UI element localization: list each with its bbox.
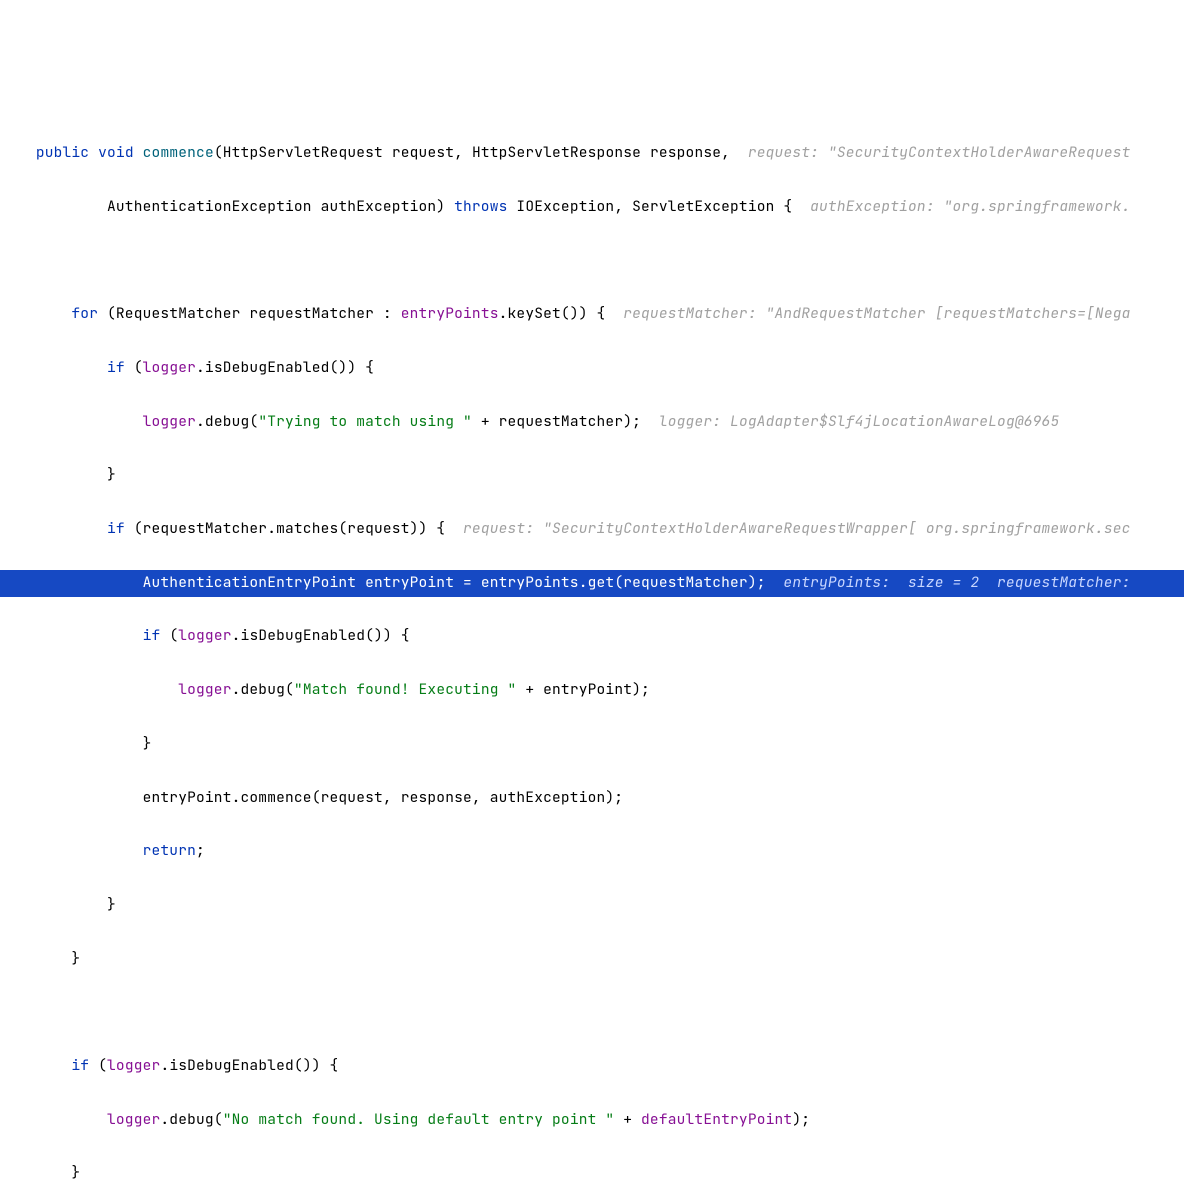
- keyword-if: if: [107, 358, 125, 377]
- code-line[interactable]: if (logger.isDebugEnabled()) {: [0, 1053, 1184, 1080]
- string-literal: "No match found. Using default entry poi…: [223, 1110, 615, 1129]
- keyword-if: if: [107, 519, 125, 538]
- string-literal: "Trying to match using ": [258, 412, 472, 431]
- code-line[interactable]: for (RequestMatcher requestMatcher : ent…: [0, 301, 1184, 328]
- for-header: (RequestMatcher requestMatcher :: [98, 304, 401, 323]
- throws-types: IOException, ServletException {: [508, 197, 793, 216]
- keyword-void: void: [98, 143, 134, 162]
- keyword-public: public: [36, 143, 89, 162]
- method-name: commence: [143, 143, 214, 162]
- close-brace: }: [71, 1163, 80, 1182]
- code-line[interactable]: AuthenticationException authException) t…: [0, 194, 1184, 221]
- code-line[interactable]: if (requestMatcher.matches(request)) { r…: [0, 516, 1184, 543]
- keyword-if: if: [71, 1056, 89, 1075]
- code-line[interactable]: logger.debug("Trying to match using " + …: [0, 409, 1184, 436]
- code-line[interactable]: public void commence(HttpServletRequest …: [0, 140, 1184, 167]
- code-line[interactable]: entryPoint.commence(request, response, a…: [0, 785, 1184, 812]
- blank-line[interactable]: [0, 999, 1184, 1026]
- inline-hint: requestMatcher: "AndRequestMatcher [requ…: [605, 304, 1130, 323]
- keyword-return: return: [143, 841, 196, 860]
- field-ref: logger: [107, 1110, 160, 1129]
- inline-hint: request: "SecurityContextHolderAwareRequ…: [730, 143, 1131, 162]
- close-brace: }: [107, 465, 116, 484]
- field-ref: entryPoints: [481, 573, 579, 592]
- blank-line[interactable]: [0, 247, 1184, 274]
- close-brace: }: [107, 895, 116, 914]
- inline-hint: entryPoints: size = 2 requestMatcher:: [766, 573, 1131, 592]
- code-line[interactable]: logger.debug("Match found! Executing " +…: [0, 677, 1184, 704]
- field-ref: logger: [178, 680, 231, 699]
- code-line[interactable]: if (logger.isDebugEnabled()) {: [0, 623, 1184, 650]
- var-decl: AuthenticationEntryPoint entryPoint =: [143, 573, 481, 592]
- params: (HttpServletRequest request, HttpServlet…: [214, 143, 730, 162]
- field-ref: logger: [143, 412, 196, 431]
- code-line[interactable]: }: [0, 892, 1184, 919]
- code-line[interactable]: logger.debug("No match found. Using defa…: [0, 1107, 1184, 1134]
- field-ref: logger: [178, 626, 231, 645]
- inline-hint: request: "SecurityContextHolderAwareRequ…: [445, 519, 1130, 538]
- code-line[interactable]: }: [0, 1160, 1184, 1187]
- keyword-if: if: [143, 626, 161, 645]
- field-ref: logger: [107, 1056, 160, 1075]
- statement: entryPoint.commence(request, response, a…: [143, 788, 624, 807]
- code-line[interactable]: }: [0, 462, 1184, 489]
- string-literal: "Match found! Executing ": [294, 680, 517, 699]
- keyword-for: for: [71, 304, 98, 323]
- field-ref: logger: [143, 358, 196, 377]
- code-line[interactable]: if (logger.isDebugEnabled()) {: [0, 355, 1184, 382]
- execution-line[interactable]: AuthenticationEntryPoint entryPoint = en…: [0, 570, 1184, 597]
- code-line[interactable]: return;: [0, 838, 1184, 865]
- inline-hint: authException: "org.springframework.: [792, 197, 1130, 216]
- code-editor[interactable]: public void commence(HttpServletRequest …: [0, 107, 1184, 1188]
- keyword-throws: throws: [454, 197, 507, 216]
- close-brace: }: [71, 949, 80, 968]
- code-line[interactable]: }: [0, 946, 1184, 973]
- field-ref: defaultEntryPoint: [641, 1110, 792, 1129]
- inline-hint: logger: LogAdapter$Slf4jLocationAwareLog…: [641, 412, 1059, 431]
- params-cont: AuthenticationException authException): [107, 197, 454, 216]
- for-rest: .keySet()) {: [499, 304, 606, 323]
- code-line[interactable]: }: [0, 731, 1184, 758]
- field-ref: entryPoints: [401, 304, 499, 323]
- close-brace: }: [143, 734, 152, 753]
